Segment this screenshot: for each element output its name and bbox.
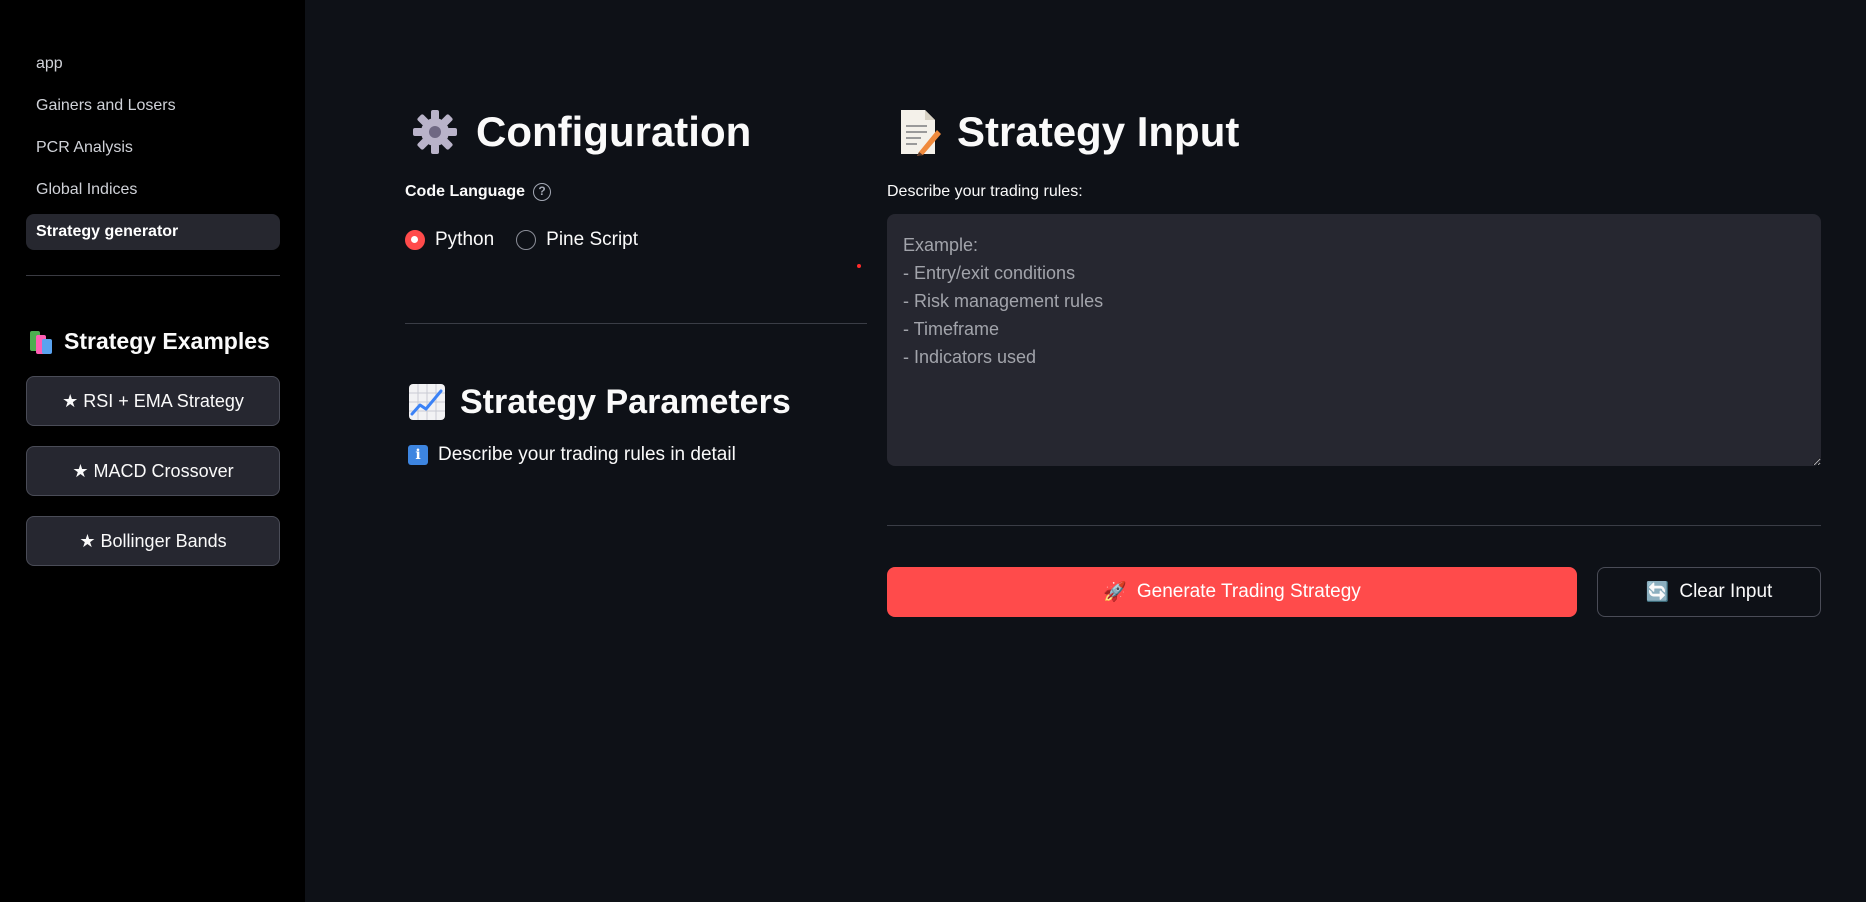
chart-increasing-icon — [409, 384, 445, 420]
memo-icon — [901, 110, 941, 156]
sidebar-item-gainers-and-losers[interactable]: Gainers and Losers — [26, 88, 280, 124]
code-language-label: Code Language? — [405, 183, 552, 201]
clear-input-button[interactable]: 🔄 Clear Input — [1597, 567, 1821, 617]
trading-rules-textarea[interactable] — [887, 214, 1821, 466]
radio-pine-script-indicator[interactable] — [516, 230, 537, 250]
parameters-info: i Describe your trading rules in detail — [408, 444, 736, 466]
strategy-parameters-title: Strategy Parameters — [460, 382, 791, 421]
configuration-heading: Configuration — [410, 102, 751, 162]
example-macd-crossover-button[interactable]: ★ MACD Crossover — [26, 446, 280, 496]
sidebar: app Gainers and Losers PCR Analysis Glob… — [0, 0, 305, 902]
radio-pine-script-label: Pine Script — [546, 229, 639, 250]
strategy-input-title: Strategy Input — [957, 108, 1240, 155]
code-language-radio-group: Python Pine Script — [405, 227, 660, 253]
info-icon: i — [408, 445, 428, 465]
sidebar-divider — [26, 275, 280, 276]
textarea-label: Describe your trading rules: — [887, 183, 1083, 200]
strategy-input-heading: Strategy Input — [897, 102, 1239, 162]
books-icon — [28, 328, 54, 354]
strategy-examples-title: Strategy Examples — [64, 327, 270, 354]
radio-python-label: Python — [435, 229, 495, 250]
input-divider — [887, 525, 1821, 526]
rocket-icon: 🚀 — [1103, 582, 1127, 603]
gear-icon — [413, 110, 457, 154]
status-dot — [857, 264, 861, 268]
example-rsi-ema-button[interactable]: ★ RSI + EMA Strategy — [26, 376, 280, 426]
sidebar-item-global-indices[interactable]: Global Indices — [26, 172, 280, 208]
sidebar-nav: app Gainers and Losers PCR Analysis Glob… — [26, 46, 280, 256]
example-bollinger-bands-button[interactable]: ★ Bollinger Bands — [26, 516, 280, 566]
radio-python[interactable]: Python — [405, 229, 494, 251]
parameters-info-text: Describe your trading rules in detail — [438, 444, 736, 465]
configuration-title: Configuration — [476, 108, 752, 155]
sidebar-item-strategy-generator[interactable]: Strategy generator — [26, 214, 280, 250]
radio-python-indicator[interactable] — [405, 230, 425, 250]
radio-pine-script[interactable]: Pine Script — [516, 229, 638, 251]
refresh-icon: 🔄 — [1645, 582, 1670, 603]
generate-strategy-button[interactable]: 🚀 Generate Trading Strategy — [887, 567, 1577, 617]
config-divider — [405, 323, 867, 324]
strategy-parameters-heading: Strategy Parameters — [408, 378, 791, 426]
sidebar-item-pcr-analysis[interactable]: PCR Analysis — [26, 130, 280, 166]
generate-strategy-label: Generate Trading Strategy — [1136, 581, 1361, 602]
clear-input-label: Clear Input — [1679, 581, 1773, 602]
sidebar-item-app[interactable]: app — [26, 46, 280, 82]
help-icon[interactable]: ? — [533, 183, 552, 201]
strategy-examples-heading: Strategy Examples — [28, 323, 270, 359]
code-language-text: Code Language — [405, 183, 526, 201]
